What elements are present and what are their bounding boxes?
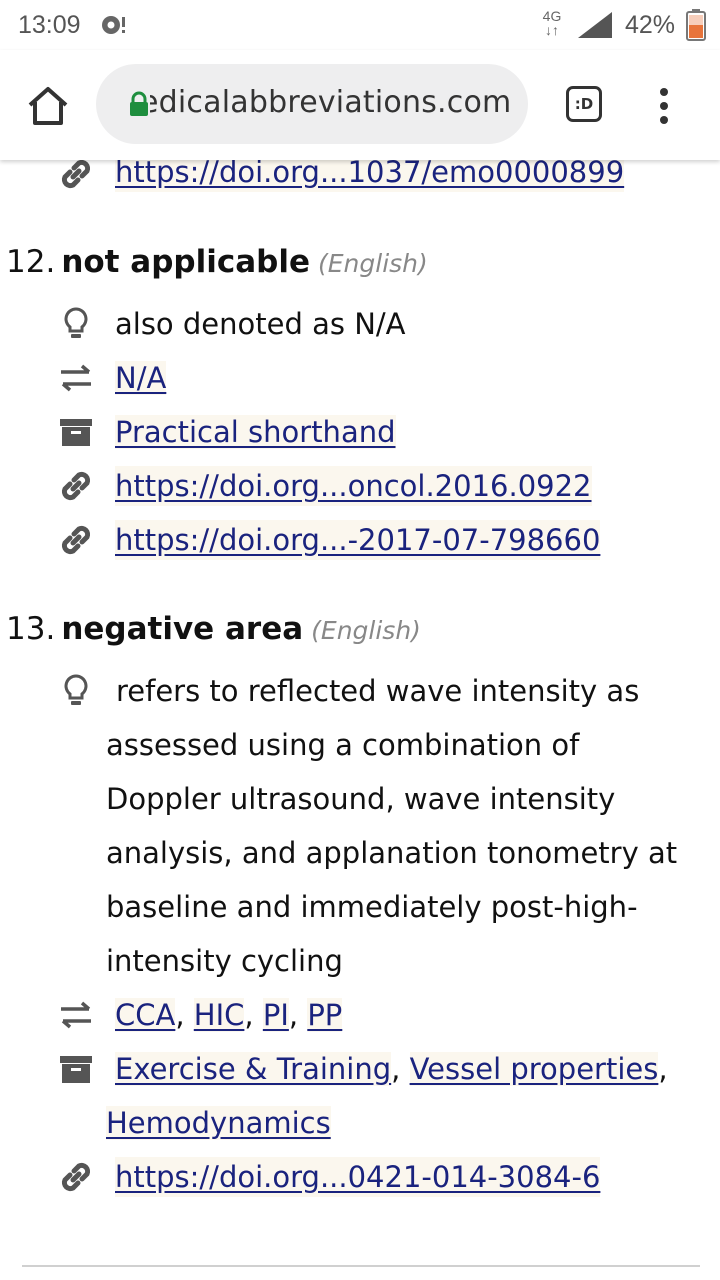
entry-language: (English) [317,249,428,278]
doi-link[interactable]: https://doi.org...oncol.2016.0922 [115,466,592,506]
lock-icon [130,91,148,116]
link-icon [61,1162,91,1192]
entry-description: refers to reflected wave intensity as as… [106,674,678,978]
synonym-link[interactable]: CCA [115,998,176,1032]
synonym-link[interactable]: PP [307,998,343,1032]
entry-term: not applicable [61,244,310,280]
entry-heading: 13. negative area (English) [6,609,421,651]
address-bar[interactable]: edicalabbreviations.com [96,64,528,144]
lightbulb-icon [64,307,88,338]
link-icon [61,525,91,555]
entry-term: negative area [61,611,304,647]
page-content: https://doi.org...1037/emo0000899 12. not… [0,0,720,1280]
link-icon [61,159,91,189]
link-icon [61,471,91,501]
category-link[interactable]: Hemodynamics [106,1106,331,1140]
home-icon[interactable] [26,84,70,128]
category-link[interactable]: Vessel properties [409,1052,659,1086]
divider [22,1265,700,1267]
synonym-link[interactable]: PI [262,998,289,1032]
entry-description: also denoted as N/A [115,307,406,341]
archive-icon [60,419,92,446]
doi-link[interactable]: https://doi.org...0421-014-3084-6 [115,1157,601,1197]
swap-icon [61,1001,91,1029]
doi-link[interactable]: https://doi.org...-2017-07-798660 [115,520,601,560]
synonym-link[interactable]: N/A [115,361,167,395]
category-link[interactable]: Practical shorthand [115,415,396,449]
more-menu-icon[interactable] [654,84,674,128]
entry-language: (English) [311,616,421,645]
url-text: edicalabbreviations.com [150,85,512,120]
swap-icon [61,364,91,392]
entry-number: 13. [6,611,56,647]
synonym-link[interactable]: HIC [193,998,245,1032]
lightbulb-icon [64,674,88,705]
tab-switcher-button[interactable]: :D [566,86,602,122]
archive-icon [60,1056,92,1083]
entry-number: 12. [6,244,56,280]
browser-toolbar: edicalabbreviations.com :D [0,50,720,160]
category-link[interactable]: Exercise & Training [115,1052,392,1086]
entry-heading: 12. not applicable (English) [6,242,428,284]
